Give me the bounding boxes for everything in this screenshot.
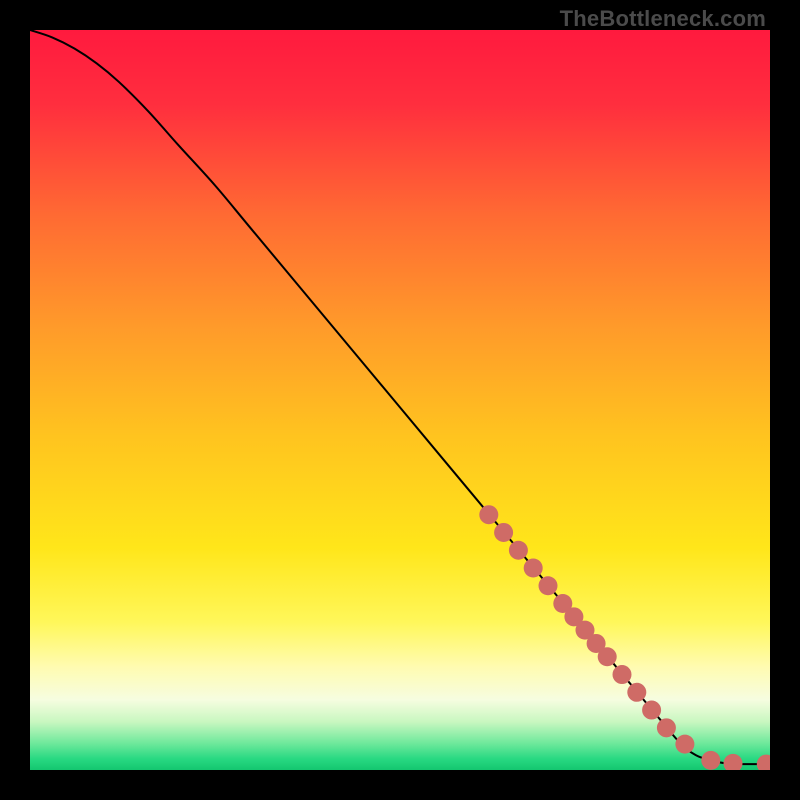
data-marker <box>524 558 543 577</box>
data-marker <box>613 665 632 684</box>
curve-layer <box>30 30 770 770</box>
data-marker <box>724 754 743 770</box>
marker-group <box>479 505 770 770</box>
data-marker <box>642 701 661 720</box>
data-marker <box>701 751 720 770</box>
data-marker <box>539 576 558 595</box>
plot-area <box>30 30 770 770</box>
data-marker <box>509 541 528 560</box>
main-curve <box>30 30 770 764</box>
data-marker <box>675 735 694 754</box>
data-marker <box>598 647 617 666</box>
data-marker <box>479 505 498 524</box>
data-marker <box>627 683 646 702</box>
data-marker <box>494 523 513 542</box>
data-marker <box>757 755 770 770</box>
watermark-text: TheBottleneck.com <box>560 6 766 32</box>
chart-frame: TheBottleneck.com <box>0 0 800 800</box>
data-marker <box>657 718 676 737</box>
